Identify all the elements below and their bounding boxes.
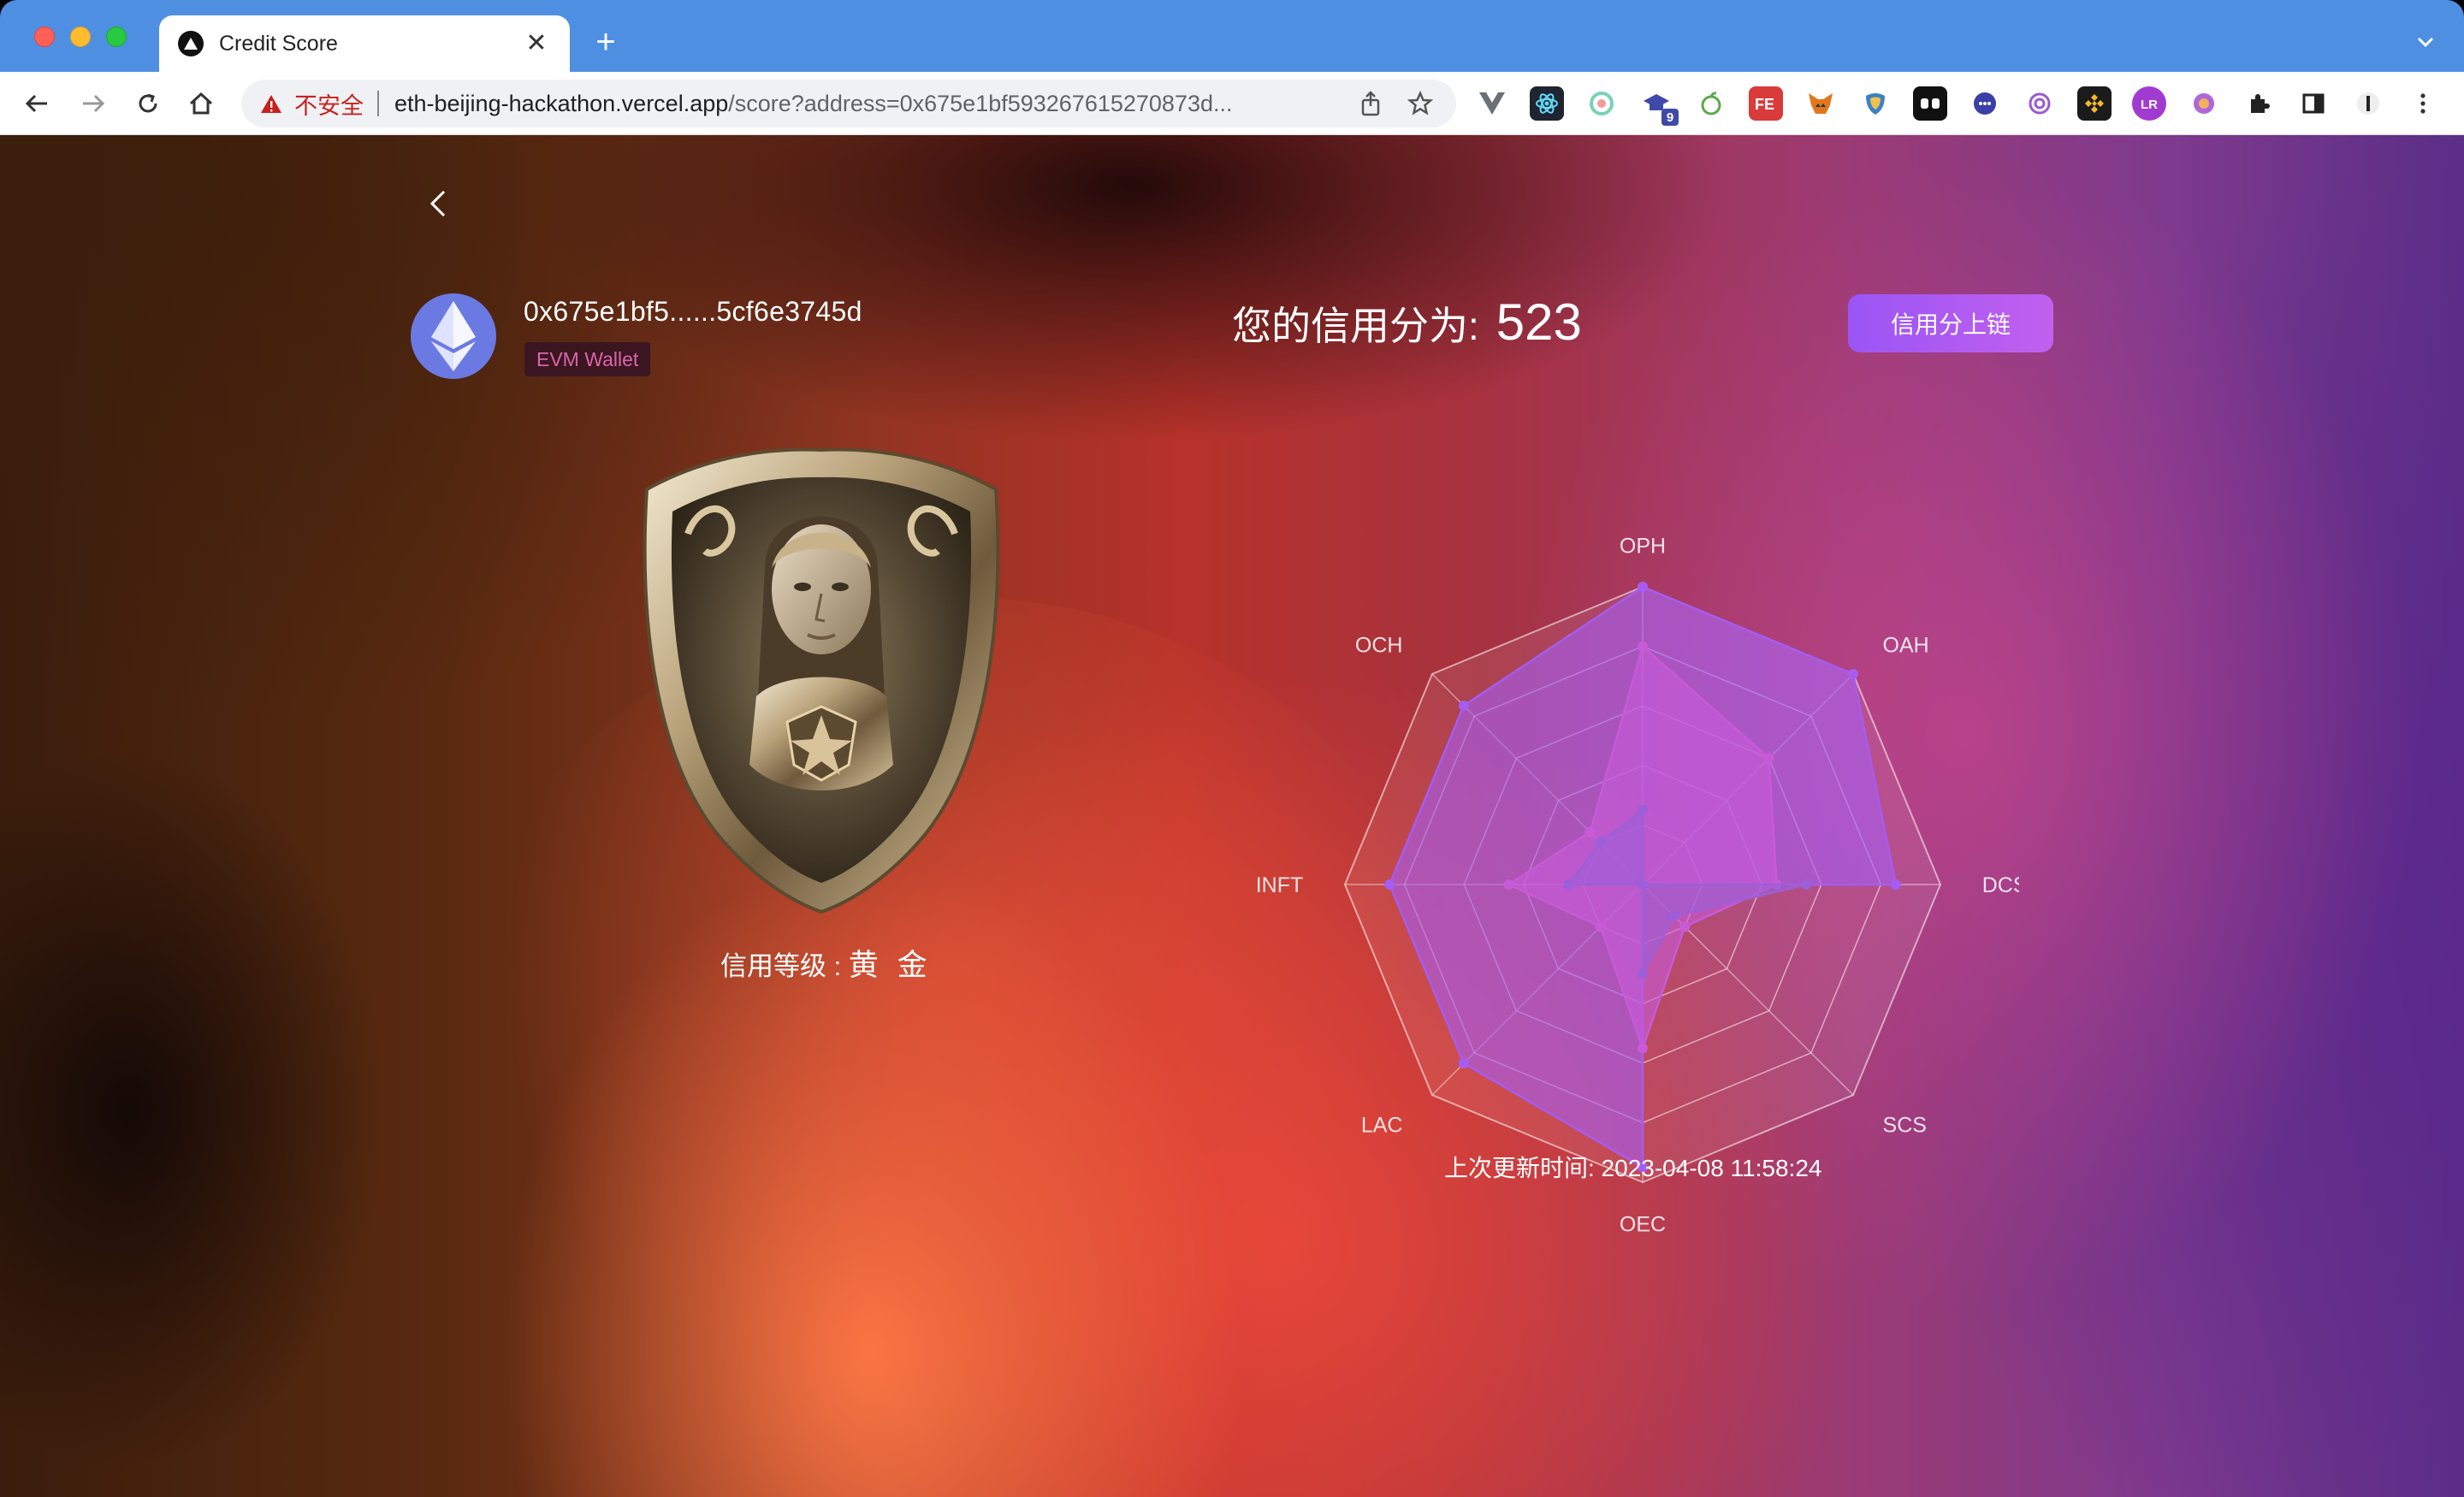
vue-devtools-extension-icon[interactable]: [1475, 86, 1509, 121]
radar-data-point: [1458, 700, 1469, 711]
globe-extension-icon[interactable]: [2187, 86, 2221, 121]
radar-data-point: [1668, 910, 1679, 921]
credit-level-label: 信用等级 :: [720, 951, 849, 981]
radar-data-point: [1584, 826, 1596, 837]
radar-data-point: [1801, 879, 1812, 890]
radar-axis-label: SCS: [1883, 1114, 1927, 1138]
react-devtools-extension-icon[interactable]: [1530, 86, 1564, 121]
forward-arrow-icon[interactable]: [74, 84, 113, 123]
graduation-cap-extension-icon[interactable]: 9: [1639, 86, 1679, 126]
credit-score-row: 您的信用分为: 523: [1232, 293, 1582, 352]
radar-axis-label: LAC: [1361, 1114, 1403, 1138]
radar-data-point: [1384, 879, 1395, 890]
credit-level: 信用等级 : 黄 金: [720, 941, 933, 985]
radar-axis-label: OEC: [1620, 1213, 1666, 1237]
bookmark-star-icon[interactable]: [1403, 86, 1437, 121]
radar-data-point: [1638, 968, 1648, 979]
radar-data-point: [1458, 1058, 1469, 1069]
radar-axis-label: OAH: [1883, 633, 1929, 657]
color-picker-extension-icon[interactable]: [1584, 86, 1619, 121]
radar-data-point: [1638, 641, 1648, 652]
vercel-triangle-icon: [178, 31, 204, 56]
radar-data-point: [1638, 805, 1648, 815]
url-text[interactable]: eth-beijing-hackathon.vercel.app/score?a…: [394, 91, 1338, 117]
lr-extension-icon[interactable]: LR: [2132, 86, 2166, 121]
tab-close-icon[interactable]: ✕: [522, 29, 551, 58]
page-content: 0x675e1bf5......5cf6e3745d EVM Wallet 信用…: [0, 135, 2464, 1497]
shield-wallet-extension-icon[interactable]: [1858, 86, 1892, 121]
last-updated-time: 上次更新时间: 2023-04-08 11:58:24: [1444, 1155, 1822, 1181]
browser-tab[interactable]: Credit Score ✕: [159, 15, 570, 72]
credit-score-label: 您的信用分为:: [1232, 304, 1479, 348]
svg-text:LR: LR: [2141, 98, 2158, 112]
upload-score-onchain-button[interactable]: 信用分上链: [1848, 294, 2053, 352]
close-window-button[interactable]: [34, 27, 55, 47]
browser-toolbar: 不安全 eth-beijing-hackathon.vercel.app/sco…: [0, 72, 2464, 135]
more-menu-icon[interactable]: [2406, 86, 2440, 121]
chat-bubble-extension-icon[interactable]: [1968, 86, 2002, 121]
credit-score-value: 523: [1496, 293, 1582, 351]
radar-data-point: [1679, 921, 1691, 932]
binance-extension-icon[interactable]: [2077, 86, 2112, 121]
side-panel-icon[interactable]: [2296, 86, 2331, 121]
fe-helper-extension-icon[interactable]: FE: [1749, 86, 1783, 121]
svg-text:FE: FE: [1755, 96, 1774, 113]
radar-data-point: [1503, 879, 1514, 890]
ethereum-avatar: [411, 293, 496, 379]
tab-title: Credit Score: [219, 31, 338, 56]
radar-data-point: [1595, 837, 1606, 848]
wallet-address: 0x675e1bf5......5cf6e3745d: [524, 296, 862, 327]
puzzle-extensions-icon[interactable]: [2242, 86, 2276, 121]
browser-tab-bar: Credit Score ✕ +: [0, 0, 2464, 72]
address-bar[interactable]: 不安全 eth-beijing-hackathon.vercel.app/sco…: [241, 80, 1456, 127]
not-secure-indicator[interactable]: 不安全: [260, 87, 364, 121]
url-path: /score?address=0x675e1bf593267615270873d…: [728, 90, 1233, 116]
ghost-eyes-extension-icon[interactable]: [1913, 86, 1947, 121]
extension-badge: 9: [1661, 109, 1679, 126]
radar-data-point: [1763, 753, 1774, 764]
extensions-row: 9 FE LR: [1475, 82, 2440, 126]
credit-level-value: 黄 金: [848, 949, 933, 982]
new-tab-button[interactable]: +: [589, 25, 623, 60]
openai-knot-icon[interactable]: [2023, 86, 2057, 121]
not-secure-label: 不安全: [294, 92, 364, 119]
minimize-window-button[interactable]: [70, 27, 91, 47]
chevron-left-icon[interactable]: [423, 185, 453, 222]
apple-extension-icon[interactable]: [1694, 86, 1728, 121]
maximize-window-button[interactable]: [106, 27, 127, 47]
gold-shield-badge-image: [643, 447, 1000, 914]
radar-data-point: [1890, 879, 1901, 890]
chevron-down-icon[interactable]: [2413, 29, 2438, 55]
back-arrow-icon[interactable]: [17, 84, 56, 123]
ethereum-icon: [431, 301, 476, 371]
radar-axis-label: OPH: [1620, 534, 1666, 558]
credit-radar-chart: OPH OAH DCS SCS OEC LAC INFT OCH: [1256, 534, 2019, 1237]
warning-triangle-icon: [261, 95, 281, 113]
radar-data-point: [1848, 668, 1859, 679]
radar-data-point: [1638, 879, 1648, 890]
home-icon[interactable]: [181, 84, 221, 123]
radar-data-point: [1563, 879, 1573, 890]
url-host: eth-beijing-hackathon.vercel.app: [394, 90, 729, 116]
share-icon[interactable]: [1353, 86, 1388, 121]
radar-data-point: [1638, 1043, 1648, 1054]
profile-avatar-icon[interactable]: [2351, 86, 2385, 121]
radar-data-point: [1638, 582, 1648, 592]
radar-axis-label: DCS: [1982, 873, 2019, 897]
radar-axis-label: INFT: [1256, 873, 1304, 897]
radar-axis-label: OCH: [1355, 633, 1403, 657]
metamask-fox-icon[interactable]: [1804, 86, 1838, 121]
radar-data-point: [1595, 921, 1606, 932]
reload-icon[interactable]: [128, 84, 168, 123]
address-bar-separator: [377, 91, 379, 116]
wallet-type-badge: EVM Wallet: [524, 342, 651, 376]
